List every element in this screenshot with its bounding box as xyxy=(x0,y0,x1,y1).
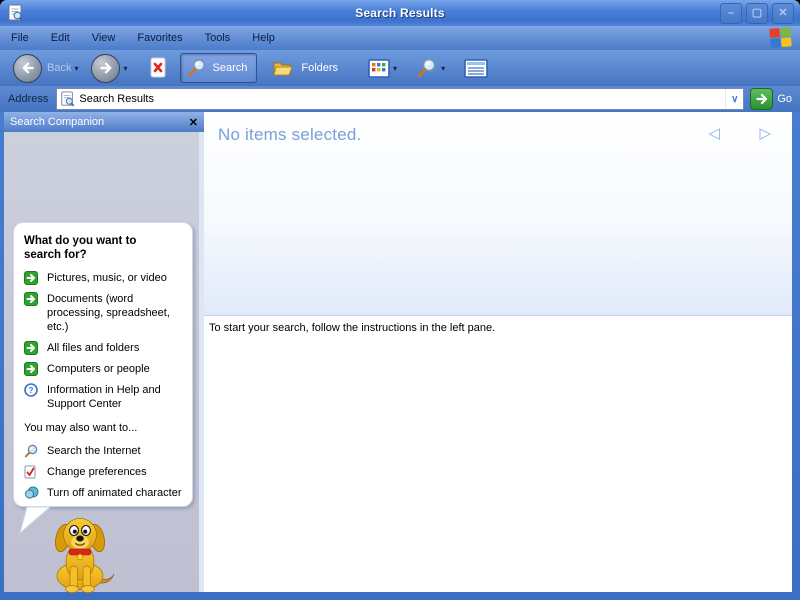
magnifier-icon xyxy=(416,57,438,79)
address-value: Search Results xyxy=(79,93,154,105)
details-button[interactable] xyxy=(464,58,488,78)
menu-edit[interactable]: Edit xyxy=(40,28,81,48)
menu-tools[interactable]: Tools xyxy=(194,28,242,48)
views-grid-icon xyxy=(368,58,390,78)
preview-button[interactable]: ▾ xyxy=(416,57,448,79)
maximize-button[interactable]: ▢ xyxy=(746,3,768,24)
details-icon xyxy=(464,58,488,78)
back-arrow-icon xyxy=(13,53,42,83)
titlebar: Search Results – ▢ ✕ xyxy=(0,0,800,26)
address-label: Address xyxy=(8,93,49,105)
search-results-icon xyxy=(60,91,75,107)
green-arrow-icon xyxy=(24,341,40,355)
go-button[interactable] xyxy=(750,88,774,110)
search-companion-header: Search Companion ✕ xyxy=(4,112,204,132)
previous-item-icon[interactable]: ◁ xyxy=(708,126,720,141)
search-companion-body: What do you want to search for? Pictures… xyxy=(4,132,204,594)
address-dropdown-icon[interactable]: ∨ xyxy=(725,89,743,109)
status-heading: No items selected. xyxy=(218,125,362,144)
character-icon xyxy=(24,486,40,500)
stop-button[interactable] xyxy=(149,57,167,79)
search-companion-pane: Search Companion ✕ What do you want to s… xyxy=(4,112,204,594)
search-label: Search xyxy=(212,62,248,74)
instructions-text: To start your search, follow the instruc… xyxy=(209,322,496,334)
window-title: Search Results xyxy=(355,6,445,20)
minimize-button[interactable]: – xyxy=(720,3,742,24)
close-button[interactable]: ✕ xyxy=(772,3,794,24)
menu-favorites[interactable]: Favorites xyxy=(126,28,193,48)
views-dropdown-icon[interactable]: ▾ xyxy=(393,64,397,73)
preview-dropdown-icon[interactable]: ▾ xyxy=(441,64,445,73)
link-search-internet[interactable]: Search the Internet xyxy=(24,444,184,458)
link-turn-off-character[interactable]: Turn off animated character xyxy=(24,486,184,500)
green-arrow-icon xyxy=(24,362,40,376)
search-link-documents[interactable]: Documents (word processing, spreadsheet,… xyxy=(24,292,184,334)
folders-button[interactable]: Folders xyxy=(267,55,343,81)
toolbar: Back ▾ ▾ Search Folders ▾ ▾ xyxy=(0,50,800,86)
views-button[interactable]: ▾ xyxy=(368,58,400,78)
missing-icon xyxy=(149,57,167,79)
magnifier-icon xyxy=(187,58,207,78)
svg-text:?: ? xyxy=(29,386,34,395)
forward-dropdown-icon[interactable]: ▾ xyxy=(123,64,127,73)
results-area: No items selected. ◁ ▷ To start your sea… xyxy=(204,112,792,592)
address-input[interactable]: Search Results ∨ xyxy=(56,88,745,110)
search-link-help-center[interactable]: ? Information in Help and Support Center xyxy=(24,383,184,411)
address-bar: Address Search Results ∨ Go xyxy=(0,86,800,112)
rover-dog-character[interactable] xyxy=(36,512,124,594)
internet-search-icon xyxy=(24,444,40,458)
selection-band: No items selected. ◁ ▷ xyxy=(204,112,792,316)
link-change-preferences[interactable]: Change preferences xyxy=(24,465,184,479)
search-companion-bubble: What do you want to search for? Pictures… xyxy=(13,222,193,507)
folders-label: Folders xyxy=(301,62,339,74)
forward-arrow-icon xyxy=(91,53,121,83)
menu-help[interactable]: Help xyxy=(241,28,286,48)
back-button[interactable]: Back ▾ xyxy=(8,51,86,86)
back-label: Back xyxy=(47,62,72,74)
green-arrow-icon xyxy=(24,292,40,334)
bubble-heading: What do you want to search for? xyxy=(24,235,137,261)
forward-button[interactable]: ▾ xyxy=(86,51,135,86)
bubble-secondary-heading: You may also want to... xyxy=(24,422,138,434)
search-button[interactable]: Search xyxy=(179,53,258,83)
menu-bar: File Edit View Favorites Tools Help xyxy=(0,26,800,50)
search-link-pictures[interactable]: Pictures, music, or video xyxy=(24,271,184,285)
search-companion-title: Search Companion xyxy=(10,116,105,128)
next-item-icon[interactable]: ▷ xyxy=(759,126,771,141)
preferences-icon xyxy=(24,465,40,479)
windows-logo-icon xyxy=(769,27,792,48)
help-icon: ? xyxy=(24,383,40,411)
search-results-icon xyxy=(7,4,24,22)
folder-icon xyxy=(272,58,296,78)
close-pane-icon[interactable]: ✕ xyxy=(189,116,198,129)
back-dropdown-icon[interactable]: ▾ xyxy=(74,64,78,73)
go-label: Go xyxy=(777,93,792,105)
menu-view[interactable]: View xyxy=(81,28,127,48)
green-arrow-icon xyxy=(24,271,40,285)
search-results-window: Search Results – ▢ ✕ File Edit View Favo… xyxy=(0,0,800,600)
search-link-all-files[interactable]: All files and folders xyxy=(24,341,184,355)
search-link-computers[interactable]: Computers or people xyxy=(24,362,184,376)
window-controls: – ▢ ✕ xyxy=(720,3,794,24)
menu-file[interactable]: File xyxy=(0,28,40,48)
